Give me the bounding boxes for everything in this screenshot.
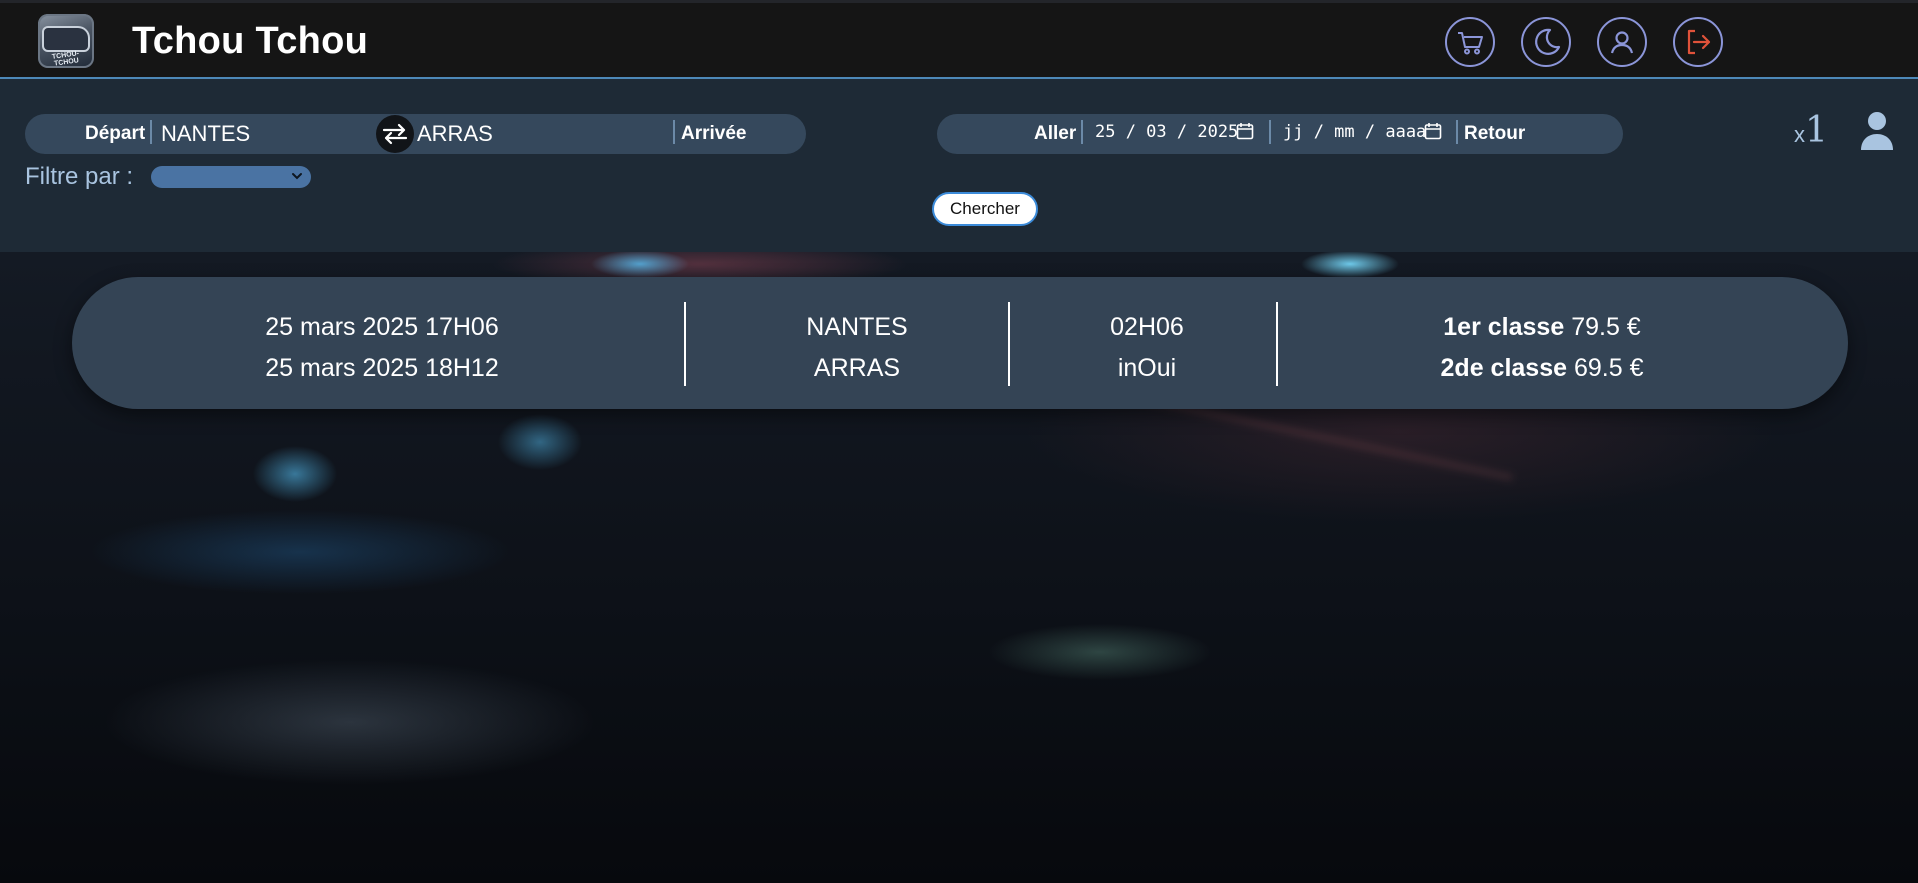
divider (1008, 302, 1010, 386)
swap-arrows-icon (382, 123, 408, 145)
divider (1081, 120, 1083, 144)
divider (673, 120, 675, 144)
departure-datetime: 25 mars 2025 17H06 (265, 313, 499, 341)
search-button[interactable]: Chercher (932, 192, 1038, 226)
passenger-count[interactable]: x1 (1794, 110, 1828, 151)
retour-date-input[interactable]: jj / mm / aaaa (1283, 122, 1426, 142)
filter-select[interactable] (151, 166, 311, 188)
aller-date-input[interactable]: 25 / 03 / 2025 (1095, 122, 1238, 142)
calendar-icon[interactable] (1236, 122, 1254, 140)
divider (1276, 302, 1278, 386)
user-icon (1610, 31, 1634, 54)
arrival-datetime: 25 mars 2025 18H12 (265, 354, 499, 382)
divider (684, 302, 686, 386)
depart-input[interactable] (159, 120, 363, 148)
train-result-card[interactable]: 25 mars 2025 17H06 25 mars 2025 18H12 NA… (72, 277, 1848, 409)
destination-station: ARRAS (813, 354, 901, 382)
times-column: 25 mars 2025 17H06 25 mars 2025 18H12 (222, 307, 542, 389)
chevron-down-icon (292, 173, 302, 180)
logout-button[interactable] (1673, 17, 1723, 67)
trip-duration: 02H06 (1110, 313, 1184, 341)
second-class-price: 69.5 € (1573, 354, 1644, 382)
moon-icon (1535, 28, 1561, 55)
prices-column: 1er classe 79.5 € 2de classe 69.5 € (1372, 307, 1712, 389)
first-class-label: 1er classe (1443, 313, 1565, 341)
first-class-price: 79.5 € (1571, 313, 1641, 341)
cart-icon (1458, 32, 1483, 55)
aller-label: Aller (1034, 123, 1077, 144)
divider (1456, 120, 1458, 144)
passenger-user-icon[interactable] (1860, 110, 1894, 152)
train-type: inOui (1117, 354, 1177, 382)
filter-label: Filtre par : (25, 163, 134, 190)
logo-text: TCHOU-TCHOU (51, 50, 80, 68)
calendar-icon[interactable] (1424, 122, 1442, 140)
arrival-label: Arrivée (681, 123, 747, 144)
second-class-price-row[interactable]: 2de classe 69.5 € (1372, 348, 1712, 389)
second-class-label: 2de classe (1440, 354, 1568, 382)
top-header: TCHOU-TCHOU Tchou Tchou (0, 0, 1918, 79)
passenger-number: 1 (1805, 110, 1828, 151)
divider (150, 120, 152, 144)
account-button[interactable] (1597, 17, 1647, 67)
first-class-price-row[interactable]: 1er classe 79.5 € (1372, 307, 1712, 348)
cart-button[interactable] (1445, 17, 1495, 67)
logout-icon (1687, 29, 1711, 55)
train-logo-icon (44, 28, 88, 50)
arrival-input[interactable] (415, 120, 659, 148)
dark-mode-button[interactable] (1521, 17, 1571, 67)
swap-button[interactable] (376, 115, 414, 153)
passenger-prefix: x (1794, 122, 1805, 147)
origin-station: NANTES (806, 313, 908, 341)
site-title: Tchou Tchou (132, 20, 369, 62)
stations-column: NANTES ARRAS (782, 307, 932, 389)
divider (1269, 120, 1271, 144)
duration-column: 02H06 inOui (1082, 307, 1212, 389)
retour-label: Retour (1464, 123, 1526, 144)
site-logo[interactable]: TCHOU-TCHOU (38, 14, 94, 68)
depart-label: Départ (85, 123, 146, 144)
